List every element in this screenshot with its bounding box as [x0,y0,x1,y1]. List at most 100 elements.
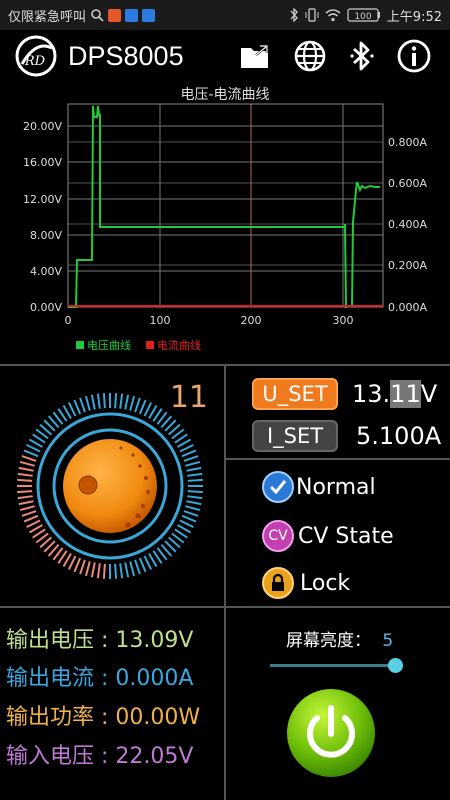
knob-tick [23,449,39,458]
knob-tick [129,561,136,577]
knob-tick [185,460,201,467]
app-bar: RD DPS8005 [0,30,450,82]
lock-row[interactable]: Lock [262,567,350,599]
graph-title: 电压-电流曲线 [180,87,269,103]
legend-swatch [76,341,84,349]
knob-tick [138,399,147,415]
knob-tick [187,490,203,494]
knob-tick [181,449,197,458]
readout-value: 00.00W [115,705,201,730]
knob-tick [143,402,153,417]
bluetooth-icon[interactable] [344,38,380,74]
knob-tick [84,561,91,577]
plot-frame [67,103,384,308]
knob-tick [84,395,91,411]
knob-tick [21,455,37,462]
knob-tick [183,510,199,517]
normal-state-row: Normal [262,471,376,503]
knob-tick [187,495,203,500]
legend-label: 电压曲线 [87,338,131,352]
lock-label: Lock [300,570,351,596]
output-voltage-readout: 输出电压 : 13.09V [6,628,194,653]
knob-counter: 11 [169,380,208,415]
brightness-label: 屏幕亮度： [286,631,371,651]
voltage-curve [68,105,347,308]
y-right-tick-label: 0.200A [388,259,427,272]
readout-label: 输入电压 [6,744,95,769]
clock-time: 上午9:52 [386,9,442,25]
knob-tick [183,455,199,462]
lock-icon[interactable] [262,567,294,599]
knob-tick [17,495,33,500]
svg-text:100: 100 [354,12,371,22]
globe-icon[interactable] [292,38,328,74]
knob-tick [102,393,106,409]
selected-digit: 11 [390,380,421,408]
graph-grid [67,103,384,308]
brightness-row: 屏幕亮度： 5 [286,626,393,651]
normal-state-label: Normal [296,474,376,500]
u-set-value[interactable]: 13.11V [352,380,437,408]
readout-value: 0.000A [115,666,194,691]
app-notification-icon [108,8,122,22]
readout-value: 22.05V [115,744,194,769]
i-set-value[interactable]: 5.100A [356,422,441,450]
knob-tick [67,555,77,570]
wifi-icon [325,9,341,22]
knob-tick [90,562,96,578]
knob-tick [187,472,203,477]
knob-tick [179,519,194,529]
readout-label: 输出功率 [6,705,95,730]
knob-tick [19,460,35,467]
knob-tick [67,402,77,417]
output-power-readout: 输出功率 : 00.00W [6,705,201,730]
knob-tick [17,490,33,494]
legend-label: 电流曲线 [157,338,201,352]
readout-value: 13.09V [115,628,194,653]
y-left-tick-label: 8.00V [30,229,62,242]
knob-tick [114,563,118,579]
knob-tick [19,505,35,512]
knob-tick [119,563,124,579]
knob-tick [102,563,106,579]
u-set-button[interactable]: U_SET [252,378,338,410]
status-bar: 仅限紧急呼叫 100 上午9:52 [0,0,450,30]
app-notification-icon [125,8,139,22]
y-left-tick-label: 20.00V [23,120,62,133]
knob-tick [90,394,96,410]
divider [0,606,450,608]
knob-tick [134,397,141,413]
x-tick-label: 300 [333,314,354,327]
open-folder-icon[interactable] [238,38,274,74]
knob-tick [181,514,197,523]
y-left-tick-label: 4.00V [30,265,62,278]
x-tick-label: 100 [150,314,171,327]
brightness-slider-track[interactable] [270,664,396,667]
bluetooth-icon [290,8,298,22]
readout-label: 输出电压 [6,628,95,653]
graph-svg: 电压-电流曲线 20.00V 16.00V 12.00V 8.00V 4.00V 0.00… [23,87,428,352]
power-button[interactable] [286,688,376,778]
x-tick-label: 200 [241,314,262,327]
knob-tick [124,562,130,578]
battery-icon: 100 [347,8,380,22]
brightness-slider-thumb[interactable] [388,658,403,673]
input-voltage-readout: 输入电压 : 22.05V [6,744,194,769]
divider [226,458,450,460]
knob-tick [129,395,136,411]
y-right-tick-label: 0.000A [388,301,427,314]
i-set-button[interactable]: I_SET [252,420,338,452]
graph-legend: 电压曲线 电流曲线 [76,338,201,352]
current-setting-row: I_SET 5.100A [252,420,441,452]
knob-tick [186,500,202,506]
voltage-current-graph: 电压-电流曲线 20.00V 16.00V 12.00V 8.00V 4.00V 0.00… [0,82,450,364]
voltage-setting-row: U_SET 13.11V [252,378,437,410]
knob-tick [134,559,141,575]
knob-tick [187,478,203,482]
legend-swatch [146,341,154,349]
knob-tick [119,393,124,409]
cv-badge-icon: CV [262,520,294,552]
knob-tick [73,557,82,573]
knob-tick [26,519,41,529]
info-icon[interactable] [396,38,432,74]
